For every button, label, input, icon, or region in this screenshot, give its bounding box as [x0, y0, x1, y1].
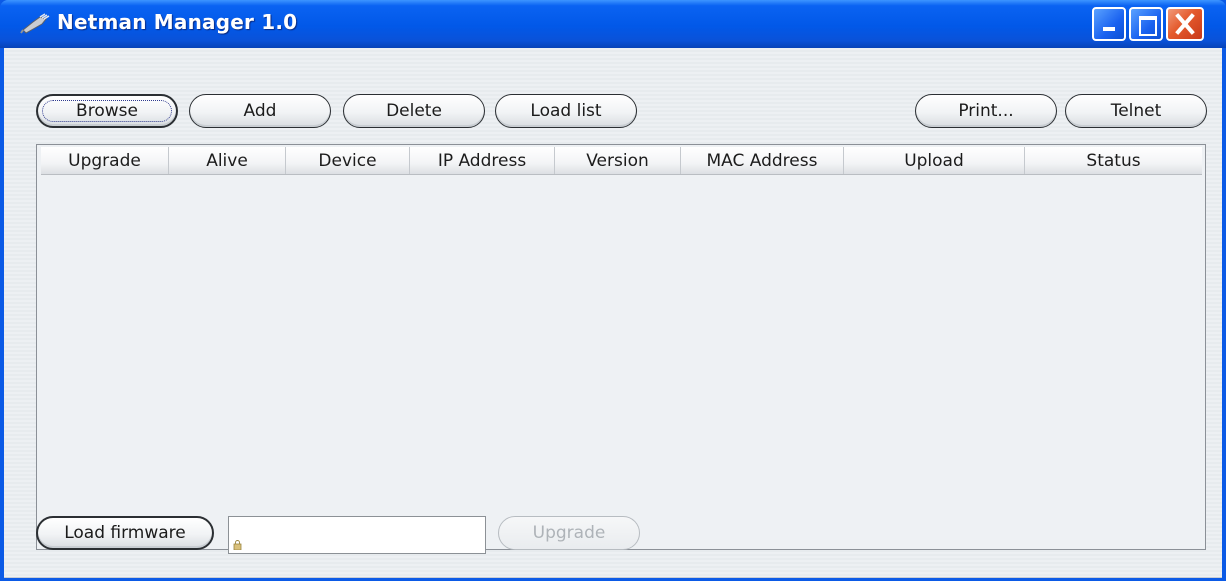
- delete-label: Delete: [386, 101, 442, 121]
- column-header-device[interactable]: Device: [286, 147, 410, 174]
- column-header-upload[interactable]: Upload: [844, 147, 1025, 174]
- close-icon: [1175, 13, 1195, 35]
- client-area: Browse Add Delete Load list Print... Tel…: [4, 48, 1222, 578]
- table-body[interactable]: [41, 175, 1202, 547]
- column-header-upgrade[interactable]: Upgrade: [41, 147, 169, 174]
- telnet-label: Telnet: [1110, 101, 1162, 121]
- print-label: Print...: [958, 101, 1014, 121]
- delete-button[interactable]: Delete: [343, 94, 485, 128]
- maximize-icon: [1139, 16, 1157, 36]
- load-firmware-label: Load firmware: [64, 523, 186, 543]
- window-title: Netman Manager 1.0: [57, 10, 298, 34]
- focus-ring: [42, 100, 172, 122]
- load-list-button[interactable]: Load list: [495, 94, 637, 128]
- upgrade-button[interactable]: Upgrade: [498, 516, 640, 550]
- minimize-button[interactable]: [1092, 7, 1126, 41]
- maximize-button[interactable]: [1129, 7, 1163, 41]
- browse-button[interactable]: Browse: [36, 94, 178, 128]
- column-header-ip-address[interactable]: IP Address: [410, 147, 555, 174]
- title-bar[interactable]: Netman Manager 1.0: [0, 0, 1226, 48]
- device-table[interactable]: Upgrade Alive Device IP Address Version …: [36, 144, 1206, 550]
- column-header-version[interactable]: Version: [555, 147, 681, 174]
- add-button[interactable]: Add: [189, 94, 331, 128]
- lock-icon: [233, 540, 242, 550]
- network-cable-icon: [20, 13, 50, 34]
- upgrade-label: Upgrade: [532, 523, 606, 543]
- firmware-path-field[interactable]: [228, 516, 486, 554]
- load-list-label: Load list: [530, 101, 602, 121]
- table-header: Upgrade Alive Device IP Address Version …: [41, 147, 1202, 175]
- telnet-button[interactable]: Telnet: [1065, 94, 1207, 128]
- column-header-mac-address[interactable]: MAC Address: [681, 147, 844, 174]
- column-header-alive[interactable]: Alive: [169, 147, 286, 174]
- minimize-icon: [1103, 27, 1115, 31]
- load-firmware-button[interactable]: Load firmware: [36, 516, 214, 550]
- column-header-status[interactable]: Status: [1025, 147, 1202, 174]
- main-window: Netman Manager 1.0 Browse Add Delete Loa…: [0, 0, 1226, 581]
- close-button[interactable]: [1166, 7, 1204, 41]
- print-button[interactable]: Print...: [915, 94, 1057, 128]
- add-label: Add: [243, 101, 277, 121]
